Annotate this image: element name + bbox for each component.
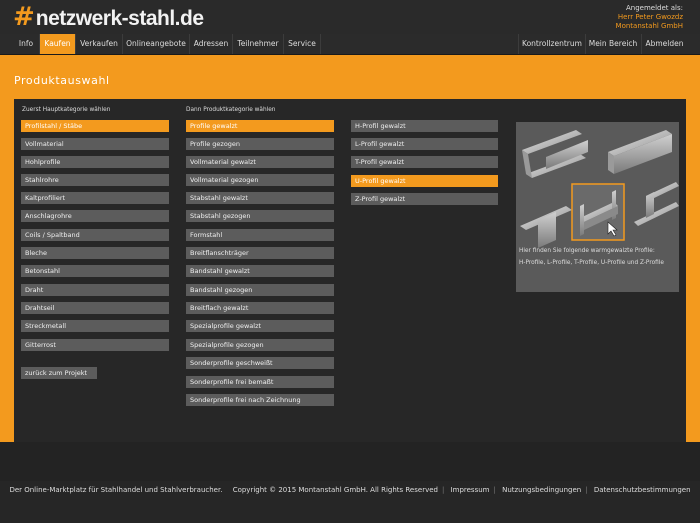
main-category-item[interactable]: Anschlagrohre [21, 210, 169, 222]
profile-item[interactable]: U-Profil gewalzt [351, 175, 498, 187]
main-category-item[interactable]: Stahlrohre [21, 174, 169, 186]
footer-link-datenschutz[interactable]: Datenschutzbestimmungen [594, 486, 691, 494]
product-category-label: Dann Produktkategorie wählen [186, 107, 276, 113]
main-category-item[interactable]: Bleche [21, 247, 169, 259]
nav-onlineangebote[interactable]: Onlineangebote [123, 34, 190, 54]
main-category-item[interactable]: Draht [21, 284, 169, 296]
nav-service[interactable]: Service [284, 34, 321, 54]
product-category-item[interactable]: Stabstahl gewalzt [186, 192, 334, 204]
product-category-item[interactable]: Vollmaterial gezogen [186, 174, 334, 186]
product-category-item[interactable]: Vollmaterial gewalzt [186, 156, 334, 168]
main-category-item[interactable]: Betonstahl [21, 265, 169, 277]
nav-kontrollzentrum[interactable]: Kontrollzentrum [518, 34, 586, 54]
product-category-item[interactable]: Sonderprofile frei nach Zeichnung [186, 394, 334, 406]
main-category-item[interactable]: Coils / Spaltband [21, 229, 169, 241]
user-name: Herr Peter Gwozdz [617, 13, 683, 21]
back-to-project-button[interactable]: zurück zum Projekt [21, 367, 97, 379]
nav-mein-bereich[interactable]: Mein Bereich [585, 34, 642, 54]
u-profile-icon [571, 183, 625, 241]
footer-link-nutzungsbedingungen[interactable]: Nutzungsbedingungen [502, 486, 581, 494]
product-category-item[interactable]: Sonderprofile geschweißt [186, 357, 334, 369]
profile-item[interactable]: H-Profil gewalzt [351, 120, 498, 132]
product-category-item[interactable]: Breitflach gewalzt [186, 302, 334, 314]
main-category-label: Zuerst Hauptkategorie wählen [22, 107, 111, 113]
profile-item[interactable]: Z-Profil gewalzt [351, 193, 498, 205]
user-info: Angemeldet als: Herr Peter Gwozdz Montan… [616, 4, 683, 31]
product-category-item[interactable]: Bandstahl gezogen [186, 284, 334, 296]
nav-adressen[interactable]: Adressen [190, 34, 233, 54]
main-category-item[interactable]: Profilstahl / Stäbe [21, 120, 169, 132]
profile-description-intro: Hier finden Sie folgende warmgewalzte Pr… [519, 248, 655, 254]
product-category-item[interactable]: Bandstahl gewalzt [186, 265, 334, 277]
product-category-item[interactable]: Spezialprofile gezogen [186, 339, 334, 351]
nav-kaufen[interactable]: Kaufen [40, 34, 76, 54]
profile-description: Hier finden Sie folgende warmgewalzte Pr… [519, 248, 679, 271]
product-category-item[interactable]: Profile gezogen [186, 138, 334, 150]
site-footer: Der Online-Marktplatz für Stahlhandel un… [0, 481, 700, 523]
user-company: Montanstahl GmbH [615, 22, 683, 30]
footer-row: Der Online-Marktplatz für Stahlhandel un… [9, 486, 691, 494]
footer-link-impressum[interactable]: Impressum [451, 486, 490, 494]
product-category-item[interactable]: Breitflanschträger [186, 247, 334, 259]
main-category-item[interactable]: Hohlprofile [21, 156, 169, 168]
product-category-item[interactable]: Profile gewalzt [186, 120, 334, 132]
login-status: Angemeldet als: [625, 4, 683, 12]
footer-tagline: Der Online-Marktplatz für Stahlhandel un… [9, 486, 223, 494]
main-category-item[interactable]: Vollmaterial [21, 138, 169, 150]
nav-teilnehmer[interactable]: Teilnehmer [233, 34, 284, 54]
main-category-item[interactable]: Drahtseil [21, 302, 169, 314]
profile-description-list: H-Profile, L-Profile, T-Profile, U-Profi… [519, 259, 664, 266]
main-nav: Info Kaufen Verkaufen Onlineangebote Adr… [0, 34, 700, 55]
site-header: # netzwerk-stahl.de Angemeldet als: Herr… [0, 0, 700, 34]
product-category-item[interactable]: Stabstahl gezogen [186, 210, 334, 222]
logo-hash: # [13, 2, 35, 32]
site-logo[interactable]: # netzwerk-stahl.de [13, 2, 204, 32]
profile-item[interactable]: T-Profil gewalzt [351, 156, 498, 168]
logo-text: netzwerk-stahl.de [35, 7, 204, 30]
product-category-item[interactable]: Formstahl [186, 229, 334, 241]
nav-abmelden[interactable]: Abmelden [642, 34, 687, 54]
footer-copyright: Copyright © 2015 Montanstahl GmbH. All R… [232, 486, 438, 494]
nav-info[interactable]: Info [13, 34, 40, 54]
main-category-item[interactable]: Streckmetall [21, 320, 169, 332]
product-category-item[interactable]: Spezialprofile gewalzt [186, 320, 334, 332]
product-category-item[interactable]: Sonderprofile frei bemaßt [186, 376, 334, 388]
main-category-item[interactable]: Gitterrost [21, 339, 169, 351]
nav-verkaufen[interactable]: Verkaufen [76, 34, 123, 54]
profile-item[interactable]: L-Profil gewalzt [351, 138, 498, 150]
main-category-item[interactable]: Kaltprofiliert [21, 192, 169, 204]
page-title: Produktauswahl [14, 74, 110, 87]
